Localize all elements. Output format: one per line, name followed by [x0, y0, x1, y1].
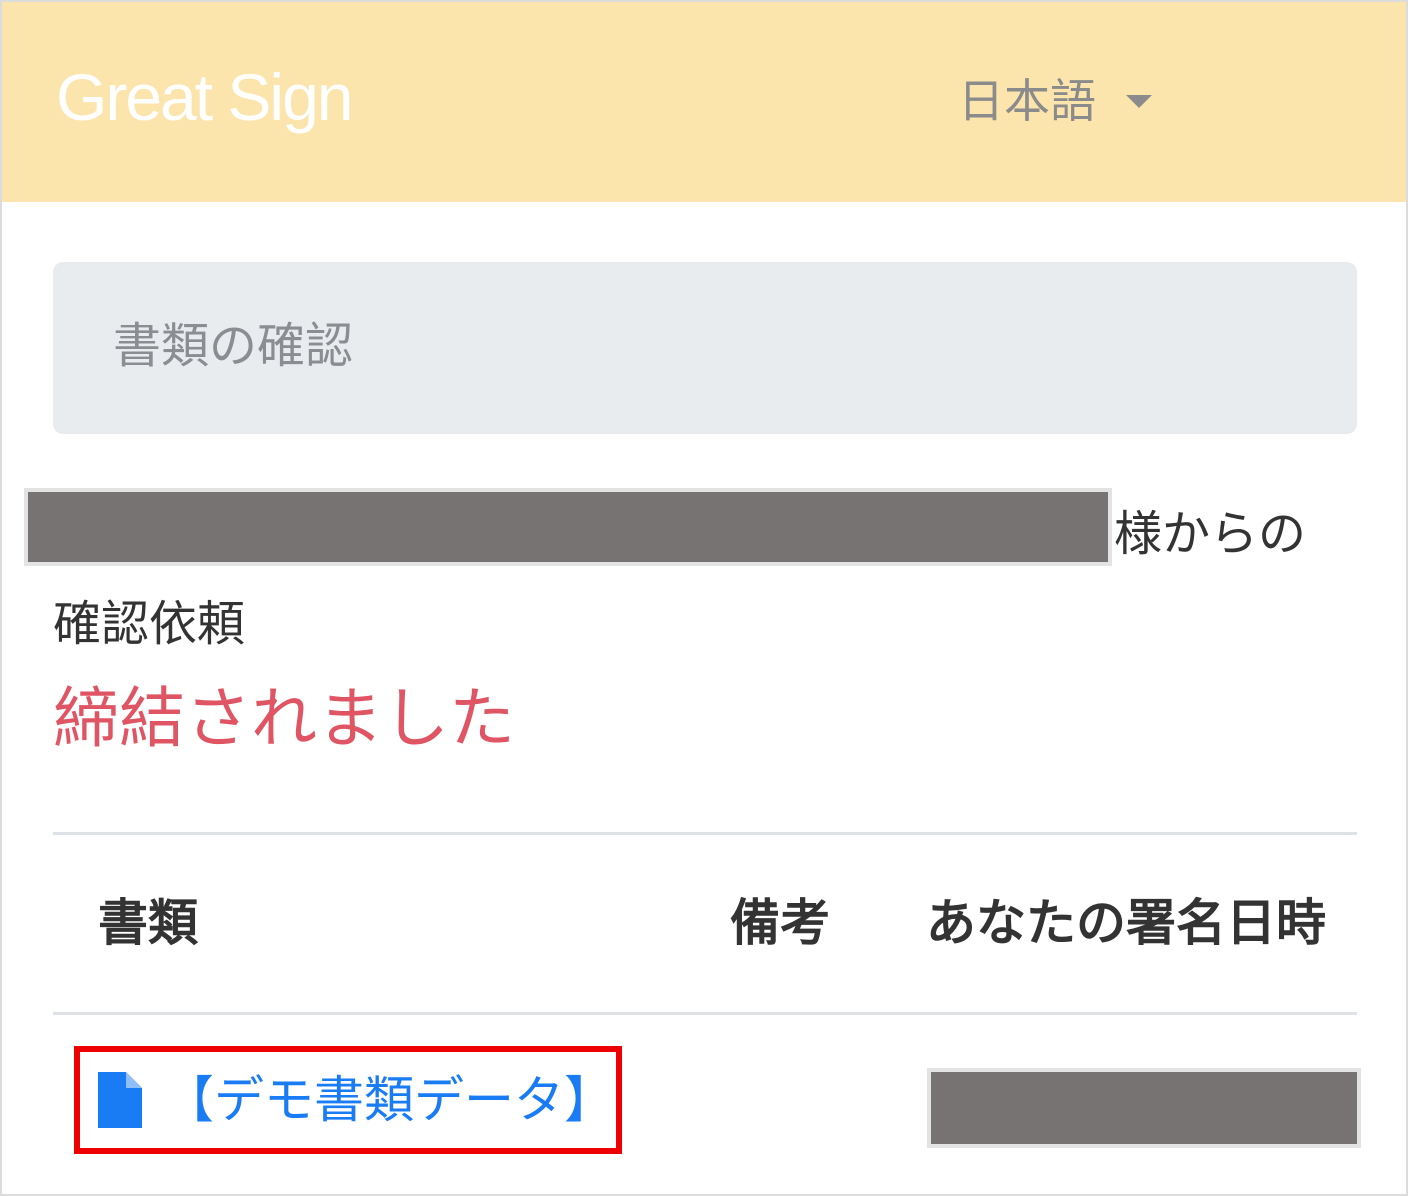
document-link-label: 【デモ書類データ】 [164, 1071, 614, 1129]
page-title: 書類の確認 [113, 318, 354, 374]
column-header-document: 書類 [98, 894, 198, 952]
language-dropdown[interactable]: 日本語 [958, 78, 1152, 124]
header-bar: Great Sign 日本語 [2, 2, 1406, 202]
sender-suffix: 様からの [1114, 506, 1307, 562]
status-text: 締結されました [53, 680, 515, 757]
document-link[interactable]: 【デモ書類データ】 [74, 1046, 622, 1154]
logo[interactable]: Great Sign [56, 64, 353, 130]
table-top-divider [53, 832, 1357, 835]
column-header-note: 備考 [730, 894, 830, 952]
language-label: 日本語 [958, 74, 1096, 128]
caret-down-icon [1126, 94, 1152, 108]
section-header: 書類の確認 [53, 262, 1357, 434]
request-label: 確認依頼 [53, 596, 246, 652]
file-icon [98, 1072, 142, 1128]
redacted-sender-name [24, 488, 1112, 566]
table-header-divider [53, 1012, 1357, 1015]
redacted-signed-date [927, 1068, 1361, 1148]
column-header-signed-date: あなたの署名日時 [926, 894, 1326, 952]
